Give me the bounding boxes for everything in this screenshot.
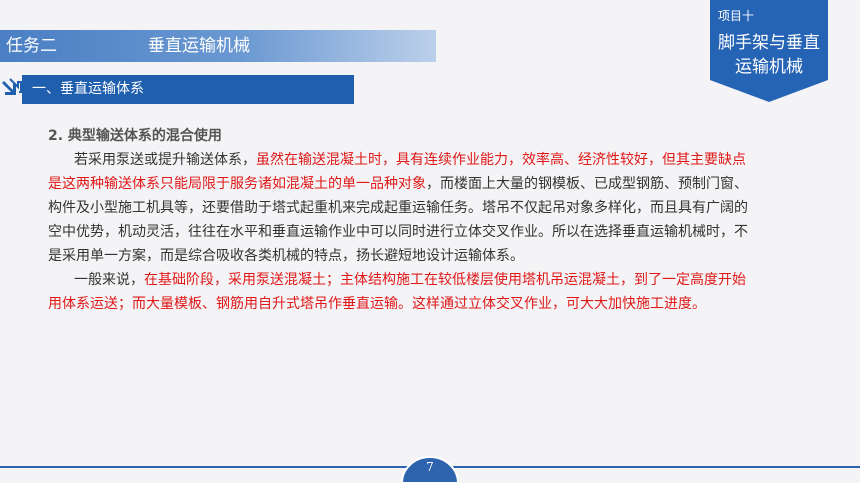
project-title: 脚手架与垂直运输机械 <box>718 33 820 77</box>
main-content: 2. 典型输送体系的混合使用 若采用泵送或提升输送体系，虽然在输送混凝土时，具有… <box>48 124 758 316</box>
section-title: 一、垂直运输体系 <box>32 81 144 97</box>
double-arrow-icon <box>2 78 22 95</box>
content-heading: 2. 典型输送体系的混合使用 <box>48 128 222 144</box>
paragraph-2: 一般来说，在基础阶段，采用泵送混凝土；主体结构施工在较低楼层使用塔机吊运混凝土，… <box>48 268 758 316</box>
p2-text-a: 一般来说， <box>74 272 144 288</box>
task-label: 任务二 <box>6 36 57 56</box>
project-badge: 项目十 脚手架与垂直运输机械 <box>710 0 828 104</box>
page-number: 7 <box>426 460 434 474</box>
p2-highlight: 在基础阶段，采用泵送混凝土；主体结构施工在较低楼层使用塔机吊运混凝土，到了一定高… <box>48 272 746 312</box>
project-label: 项目十 <box>718 9 755 23</box>
p1-text-a: 若采用泵送或提升输送体系， <box>74 152 256 168</box>
task-title-bar: 任务二 垂直运输机械 <box>0 30 436 62</box>
task-name: 垂直运输机械 <box>148 36 250 56</box>
paragraph-1: 若采用泵送或提升输送体系，虽然在输送混凝土时，具有连续作业能力，效率高、经济性较… <box>48 148 758 268</box>
section-bar: 一、垂直运输体系 <box>22 75 354 104</box>
